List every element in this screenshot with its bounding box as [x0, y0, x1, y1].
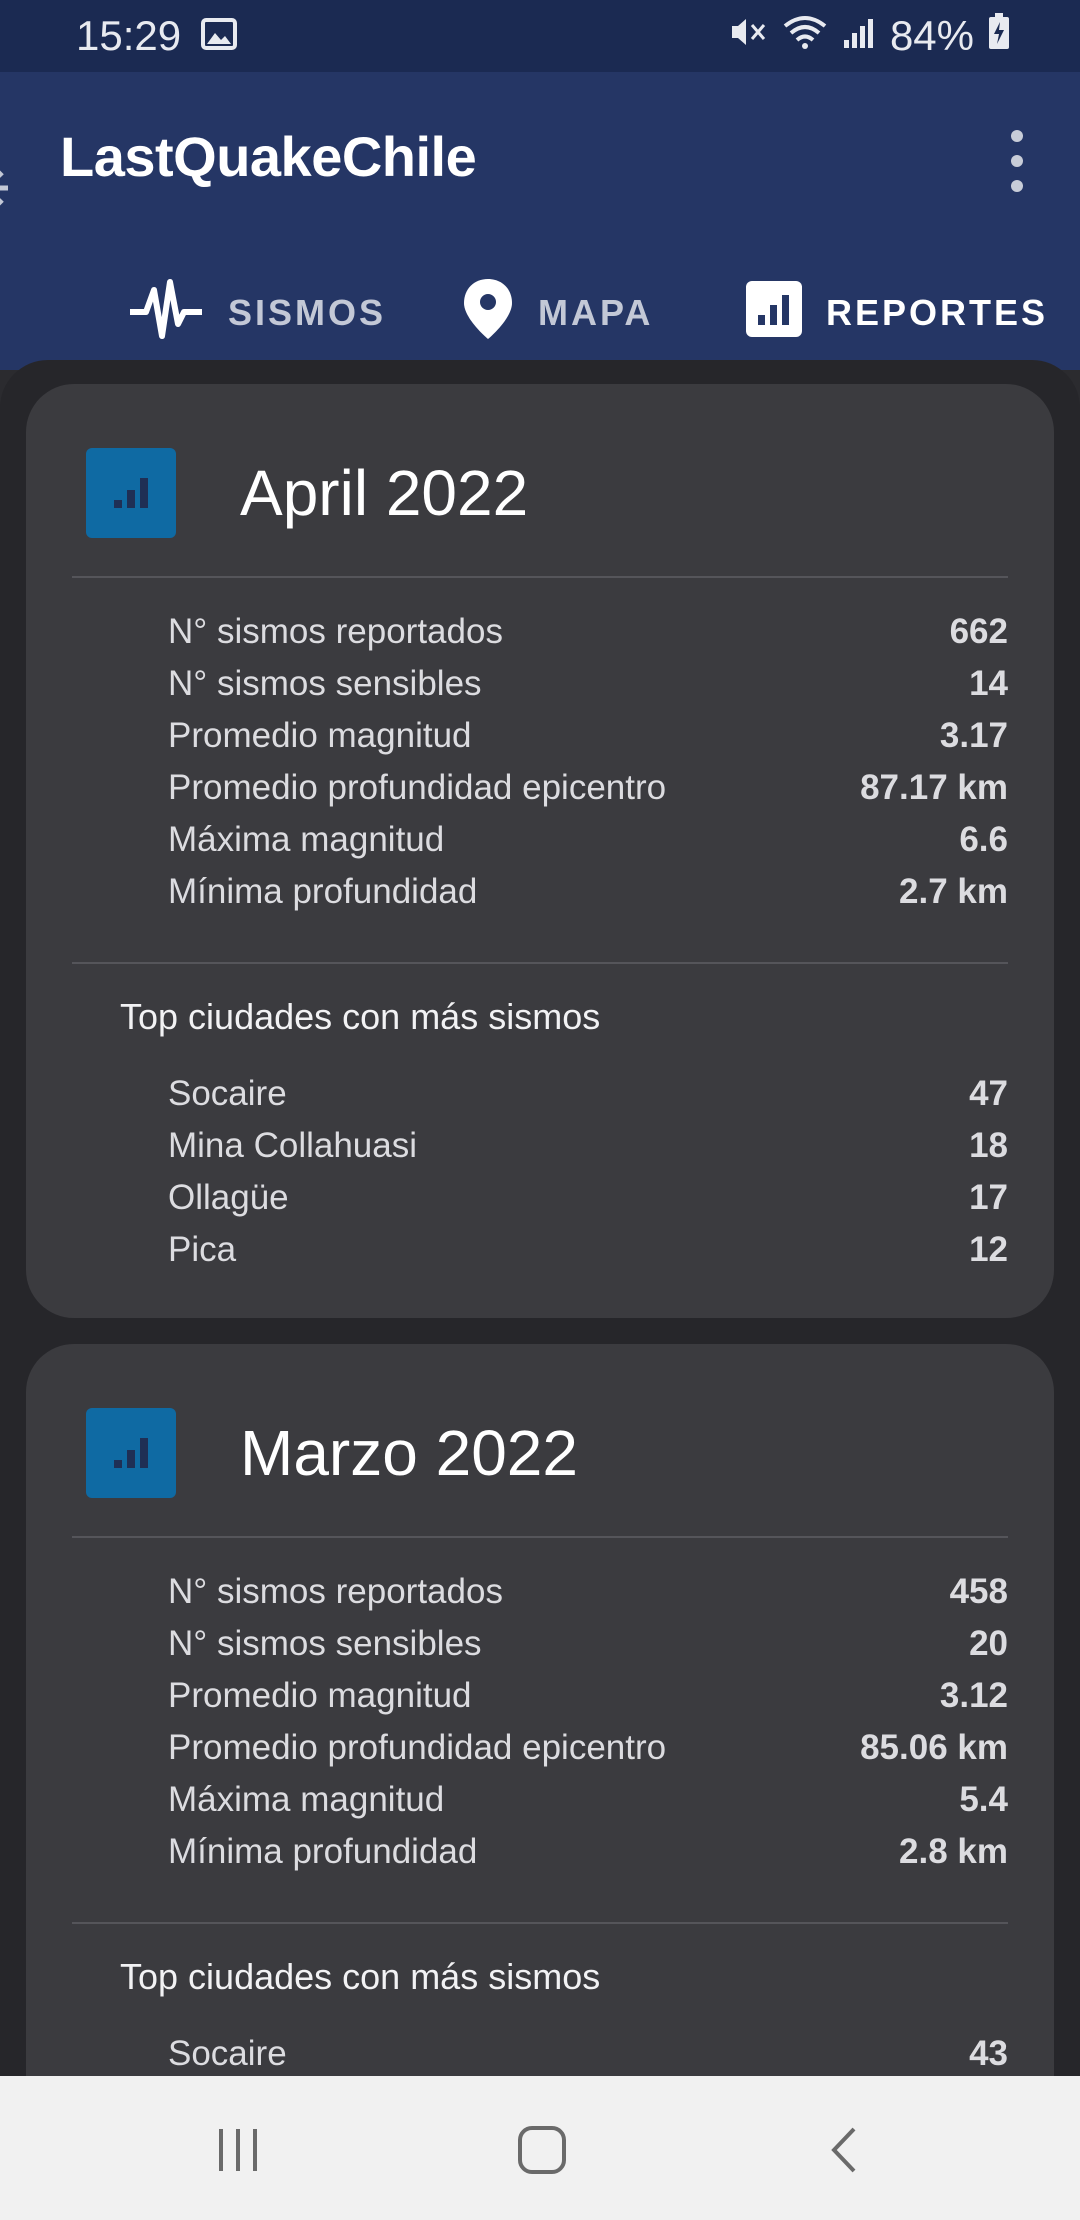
divider [72, 576, 1008, 578]
wifi-icon [782, 12, 828, 60]
status-time: 15:29 [76, 12, 182, 59]
stat-label: N° sismos sensibles [168, 664, 482, 703]
top-cities-title: Top ciudades con más sismos [120, 996, 601, 1037]
more-vert-icon [1011, 130, 1023, 142]
stat-value: 20 [969, 1624, 1008, 1663]
stat-value: 85.06 km [860, 1728, 1008, 1767]
stat-row: N° sismos sensibles 20 [168, 1618, 1008, 1670]
stat-value: 14 [969, 664, 1008, 703]
stat-value: 87.17 km [860, 768, 1008, 807]
top-cities-list: Socaire 47 Mina Collahuasi 18 Ollagüe 17 Pi… [168, 1068, 1008, 1276]
stat-row: Promedio profundidad epicentro 87.17 km [168, 762, 1008, 814]
report-card[interactable]: Marzo 2022 N° sismos reportados 458 N° si… [26, 1344, 1054, 2076]
report-card[interactable]: April 2022 N° sismos reportados 662 N° si… [26, 384, 1054, 1318]
stat-value: 6.6 [959, 820, 1008, 859]
home-icon [518, 2126, 566, 2174]
stat-label: Mínima profundidad [168, 1832, 478, 1871]
city-name: Socaire [168, 2034, 287, 2073]
city-count: 18 [969, 1126, 1008, 1165]
bar-chart-icon [746, 280, 802, 346]
seismograph-icon [128, 274, 204, 353]
city-count: 12 [969, 1230, 1008, 1269]
report-chart-icon [86, 1408, 176, 1498]
recent-apps-button[interactable] [208, 2122, 268, 2178]
stat-label: N° sismos sensibles [168, 1624, 482, 1663]
app-title: LastQuakeChile [60, 125, 477, 188]
stat-row: N° sismos reportados 662 [168, 606, 1008, 658]
stat-row: Promedio magnitud 3.17 [168, 710, 1008, 762]
stat-label: N° sismos reportados [168, 612, 503, 651]
gallery-notification-icon [201, 12, 238, 60]
report-title: Marzo 2022 [240, 1417, 578, 1489]
report-chart-icon [86, 448, 176, 538]
tab-mapa-label: MAPA [538, 292, 654, 333]
stat-row: N° sismos reportados 458 [168, 1566, 1008, 1618]
stat-row: Máxima magnitud 6.6 [168, 814, 1008, 866]
stat-row: Máxima magnitud 5.4 [168, 1774, 1008, 1826]
signal-icon [842, 12, 876, 60]
stat-label: Máxima magnitud [168, 820, 445, 859]
tab-mapa[interactable]: MAPA [462, 258, 653, 368]
overflow-menu-button[interactable] [994, 126, 1040, 196]
city-row: Mina Collahuasi 18 [168, 1120, 1008, 1172]
map-pin-icon [462, 277, 514, 350]
stat-value: 662 [949, 612, 1008, 651]
report-stats: N° sismos reportados 458 N° sismos sensib… [168, 1566, 1008, 1878]
report-title: April 2022 [240, 457, 529, 529]
city-count: 17 [969, 1178, 1008, 1217]
stat-row: N° sismos sensibles 14 [168, 658, 1008, 710]
stat-label: Mínima profundidad [168, 872, 478, 911]
system-nav-bar [0, 2076, 1080, 2220]
report-stats: N° sismos reportados 662 N° sismos sensib… [168, 606, 1008, 918]
city-name: Socaire [168, 1074, 287, 1113]
stat-label: Promedio magnitud [168, 716, 472, 755]
city-name: Pica [168, 1230, 237, 1269]
city-row: Socaire 43 [168, 2028, 1008, 2076]
city-count: 47 [969, 1074, 1008, 1113]
battery-percent: 84% [889, 12, 974, 59]
tab-bar: SISMOS MAPA REPORTES [0, 258, 1080, 368]
reports-list[interactable]: April 2022 N° sismos reportados 662 N° si… [0, 360, 1080, 2076]
tab-reportes[interactable]: REPORTES [746, 258, 1048, 368]
back-icon [831, 2127, 856, 2173]
divider [72, 1536, 1008, 1538]
stat-label: Máxima magnitud [168, 1780, 445, 1819]
stat-value: 3.12 [939, 1676, 1008, 1715]
tab-sismos-label: SISMOS [228, 292, 387, 333]
battery-icon [988, 12, 1010, 60]
stat-value: 2.7 km [899, 872, 1008, 911]
city-name: Ollagüe [168, 1178, 289, 1217]
recents-icon [219, 2129, 257, 2171]
stat-value: 458 [949, 1572, 1008, 1611]
divider [72, 1922, 1008, 1924]
city-row: Ollagüe 17 [168, 1172, 1008, 1224]
stat-label: Promedio profundidad epicentro [168, 1728, 667, 1767]
city-row: Socaire 47 [168, 1068, 1008, 1120]
top-cities-title: Top ciudades con más sismos [120, 1956, 601, 1997]
stat-value: 2.8 km [899, 1832, 1008, 1871]
stat-label: Promedio magnitud [168, 1676, 472, 1715]
stat-value: 5.4 [959, 1780, 1008, 1819]
partial-tab-icon[interactable] [0, 158, 18, 223]
city-name: Mina Collahuasi [168, 1126, 418, 1165]
mute-icon [728, 12, 768, 60]
stat-label: N° sismos reportados [168, 1572, 503, 1611]
city-count: 43 [969, 2034, 1008, 2073]
top-cities-list: Socaire 43 [168, 2028, 1008, 2076]
stat-value: 3.17 [939, 716, 1008, 755]
tab-reportes-label: REPORTES [826, 292, 1049, 333]
stat-row: Mínima profundidad 2.7 km [168, 866, 1008, 918]
stat-row: Promedio profundidad epicentro 85.06 km [168, 1722, 1008, 1774]
app-bar: LastQuakeChile SISMOS MAPA REPORTES [0, 72, 1080, 370]
stat-row: Mínima profundidad 2.8 km [168, 1826, 1008, 1878]
city-row: Pica 12 [168, 1224, 1008, 1276]
stat-label: Promedio profundidad epicentro [168, 768, 667, 807]
back-button[interactable] [814, 2122, 874, 2178]
home-button[interactable] [512, 2122, 572, 2178]
divider [72, 962, 1008, 964]
stat-row: Promedio magnitud 3.12 [168, 1670, 1008, 1722]
tab-sismos[interactable]: SISMOS [128, 258, 386, 368]
status-bar: 15:29 84% [0, 0, 1080, 72]
